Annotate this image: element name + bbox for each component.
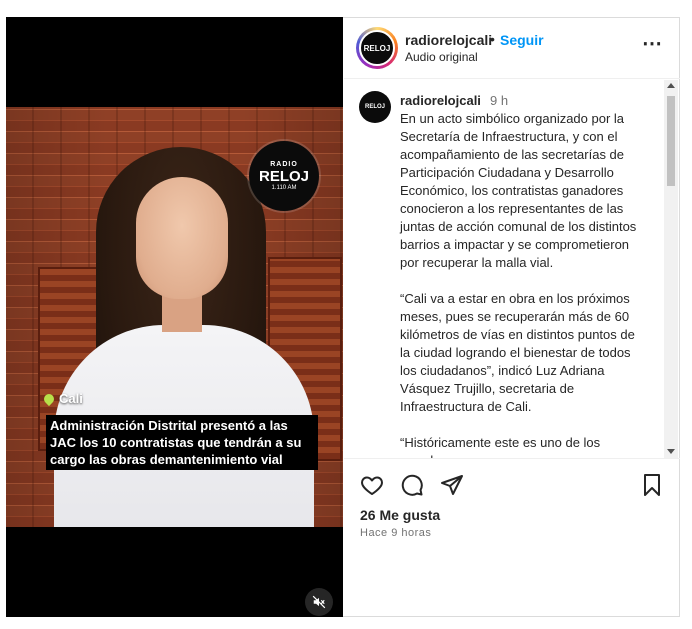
location-tag: Cali	[41, 391, 83, 406]
post-header: RELOJ radiorelojcali • Seguir Audio orig…	[344, 17, 680, 79]
scroll-thumb[interactable]	[667, 96, 675, 186]
presenter-face	[136, 177, 228, 299]
share-button[interactable]	[440, 473, 464, 502]
heart-icon	[361, 476, 383, 495]
header-username[interactable]: radiorelojcali	[405, 32, 492, 48]
caption-avatar[interactable]: RELOJ	[359, 91, 391, 123]
paper-plane-icon	[441, 475, 463, 495]
radio-reloj-logo: RADIO RELOJ 1.110 AM	[249, 141, 319, 211]
video-player[interactable]: RADIO RELOJ 1.110 AM Cali Administración…	[6, 17, 343, 617]
avatar-image: RELOJ	[359, 30, 395, 66]
video-caption: Administración Distrital presentó a las …	[46, 415, 318, 470]
post-caption-area[interactable]: RELOJ radiorelojcali 9 h En un acto simb…	[344, 80, 664, 458]
more-options-icon[interactable]: ⋯	[642, 31, 663, 56]
location-pin-icon	[41, 391, 57, 406]
scrollbar[interactable]	[664, 80, 678, 458]
scroll-down-arrow-icon[interactable]	[667, 449, 675, 454]
volume-off-icon	[312, 595, 326, 609]
save-button[interactable]	[640, 473, 664, 502]
bookmark-icon	[644, 474, 660, 496]
location-label: Cali	[59, 391, 83, 406]
like-count[interactable]: 26 Me gusta	[360, 507, 440, 523]
audio-label[interactable]: Audio original	[405, 50, 478, 64]
caption-text: En un acto simbólico organizado por la S…	[400, 111, 637, 458]
logo-line-3: 1.110 AM	[271, 184, 297, 191]
follow-button[interactable]: Seguir	[500, 32, 544, 48]
caption-time: 9 h	[490, 93, 509, 108]
like-button[interactable]	[360, 473, 384, 502]
logo-line-2: RELOJ	[258, 167, 309, 185]
post-actions: 26 Me gusta Hace 9 horas	[344, 458, 680, 617]
mute-button[interactable]	[305, 588, 333, 616]
post-timestamp: Hace 9 horas	[360, 527, 432, 539]
comment-icon	[401, 474, 423, 496]
separator-dot: •	[490, 31, 495, 47]
avatar[interactable]: RELOJ	[356, 27, 398, 69]
comment-button[interactable]	[400, 473, 424, 502]
caption-username[interactable]: radiorelojcali	[400, 93, 481, 108]
scroll-up-arrow-icon[interactable]	[667, 83, 675, 88]
